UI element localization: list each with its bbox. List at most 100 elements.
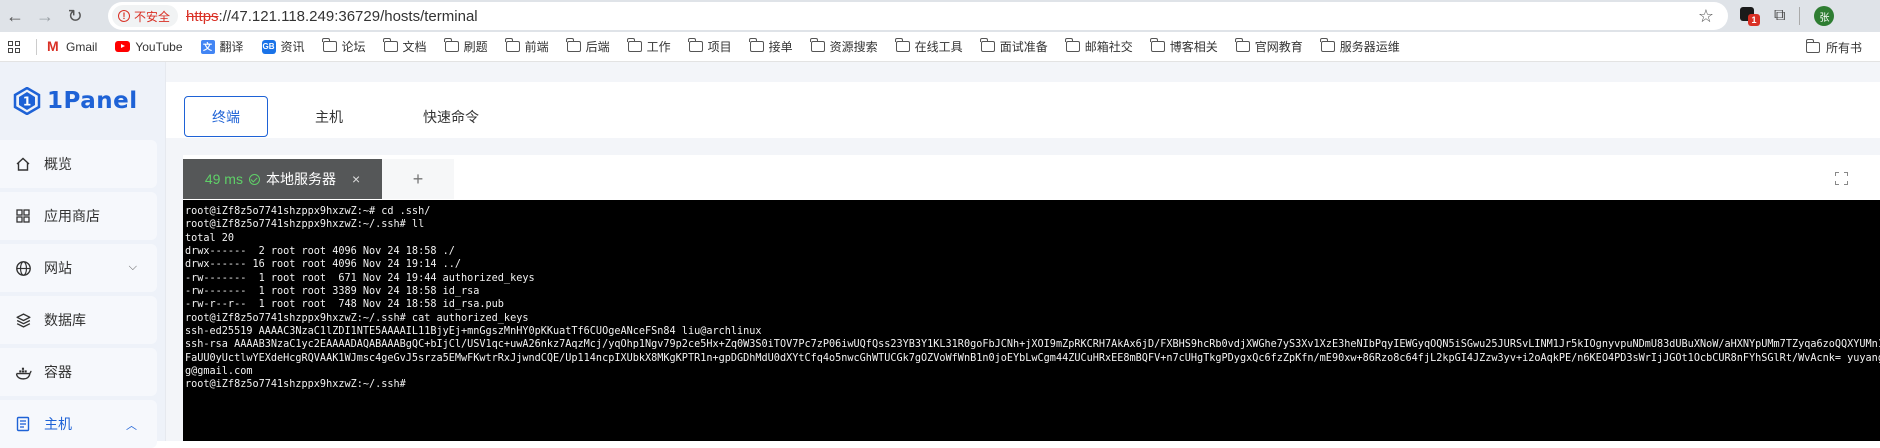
extension-icon[interactable]: 1 [1740, 6, 1760, 26]
tab-hosts[interactable]: 主机 [268, 96, 390, 137]
terminal-line: total 20 [185, 232, 235, 244]
terminal-line: FaUU0yUctlwYEXdeHcgRQVAAK1WJmsc4geGvJ5sr… [185, 352, 1880, 364]
bookmark-item[interactable]: 前端 [505, 38, 549, 55]
folder-icon [688, 38, 703, 52]
terminal-line: root@iZf8z5o7741shzppx9hxzwZ:~/.ssh# [185, 379, 412, 391]
bookmark-item[interactable]: 资源搜索 [810, 38, 878, 55]
bookmark-label: 后端 [585, 40, 610, 54]
bookmark-label: 文档 [402, 40, 427, 54]
main-content: 终端 主机 快速命令 49 ms 本地服务器 × + root@iZf8z5o7… [166, 62, 1880, 441]
app-logo[interactable]: 1 1Panel [0, 62, 165, 140]
sidebar: 1 1Panel 概览应用商店网站 ⌵ 数据库容器主机 ︿ [0, 62, 166, 448]
folder-icon [980, 38, 995, 52]
bookmark-item[interactable]: 刷题 [444, 38, 488, 55]
reload-button[interactable]: ↻ [60, 1, 90, 31]
sidebar-item-label: 容器 [44, 364, 72, 380]
bookmarks-bar: Gmail YouTube 文翻译 GB 资讯 论坛 文档 刷题 前端 后端 工作 项目 接单 资源搜索 在… [0, 32, 1880, 62]
terminal-tab-name: 本地服务器 [265, 171, 336, 187]
bookmark-item[interactable]: GB 资讯 [261, 38, 305, 55]
url-text: ://47.121.118.249:36729/hosts/terminal [218, 7, 478, 25]
add-terminal-button[interactable]: + [382, 159, 454, 199]
folder-icon [1320, 38, 1335, 52]
folder-icon [566, 38, 581, 52]
bookmark-label: 论坛 [341, 40, 366, 54]
sidebar-item-label: 数据库 [44, 312, 86, 328]
fullscreen-icon[interactable] [1835, 172, 1848, 185]
chevron-down-icon[interactable]: ⌵ [129, 261, 137, 274]
terminal-output[interactable]: root@iZf8z5o7741shzppx9hxzwZ:~# cd .ssh/… [183, 200, 1880, 441]
bookmark-item[interactable]: 服务器运维 [1320, 38, 1400, 55]
bookmark-item[interactable]: 文翻译 [200, 38, 244, 55]
folder-icon [505, 38, 520, 52]
sidebar-item-apps[interactable]: 应用商店 [0, 192, 157, 240]
folder-icon [749, 38, 764, 52]
bookmark-item[interactable]: 接单 [749, 38, 793, 55]
terminal-tab-local[interactable]: 49 ms 本地服务器 × [183, 159, 382, 199]
chevron-up-icon[interactable]: ︿ [126, 417, 137, 433]
address-bar[interactable]: ! 不安全 https://47.121.118.249:36729/hosts… [108, 2, 1728, 30]
extensions-puzzle-icon[interactable]: ⧉ [1774, 7, 1785, 25]
sidebar-item-label: 应用商店 [44, 208, 100, 224]
terminal-line: -rw-r--r-- 1 root root 748 Nov 24 18:58 … [185, 299, 504, 311]
toolbar-divider [1799, 7, 1801, 25]
terminal-line: -rw------- 1 root root 3389 Nov 24 18:58… [185, 286, 480, 298]
bookmark-label: 前端 [524, 40, 549, 54]
profile-avatar[interactable]: 张 [1814, 6, 1835, 26]
forward-button[interactable]: → [30, 1, 60, 31]
bookmark-item[interactable]: 后端 [566, 38, 610, 55]
folder-icon [895, 38, 910, 52]
bookmark-label: 接单 [768, 40, 793, 54]
bookmark-item[interactable]: 工作 [627, 38, 671, 55]
database-icon [14, 311, 32, 329]
terminal-line: root@iZf8z5o7741shzppx9hxzwZ:~/.ssh# ll [185, 219, 425, 231]
bookmark-item[interactable]: Gmail [47, 38, 98, 54]
bookmark-label: 面试准备 [999, 40, 1048, 54]
bookmark-label: 项目 [707, 40, 732, 54]
bookmark-item[interactable]: 邮箱社交 [1065, 38, 1133, 55]
folder-icon [1235, 38, 1250, 52]
page-tabs: 终端 主机 快速命令 [166, 82, 1880, 138]
bookmark-item[interactable]: 在线工具 [895, 38, 963, 55]
sidebar-item-label: 主机 [44, 416, 72, 432]
check-circle-icon [248, 173, 260, 185]
bookmark-item[interactable]: YouTube [115, 39, 183, 54]
bookmark-label: 在线工具 [914, 40, 963, 54]
close-icon[interactable]: × [352, 171, 360, 187]
sidebar-item-home[interactable]: 概览 [0, 140, 157, 188]
terminal-line: ssh-ed25519 AAAAC3NzaC1lZDI1NTE5AAAAIL11… [185, 326, 762, 338]
bookmark-item[interactable]: 博客相关 [1150, 38, 1218, 55]
gmail-icon [47, 38, 61, 54]
all-bookmarks[interactable]: 所有书 [1805, 32, 1863, 62]
sidebar-item-globe[interactable]: 网站 ⌵ [0, 244, 157, 292]
bookmark-item[interactable]: 官网教育 [1235, 38, 1303, 55]
bookmark-label: Gmail [66, 39, 98, 54]
tab-quick-commands[interactable]: 快速命令 [390, 96, 512, 137]
folder-icon [322, 38, 337, 52]
latency-label: 49 ms [204, 171, 243, 187]
bookmark-item[interactable]: 文档 [383, 38, 427, 55]
bookmark-label: 博客相关 [1169, 40, 1218, 54]
security-chip[interactable]: ! 不安全 [112, 5, 179, 27]
apps-grid-icon[interactable] [2, 40, 26, 53]
bookmark-item[interactable]: 项目 [688, 38, 732, 55]
folder-icon [1065, 38, 1080, 52]
sidebar-item-database[interactable]: 数据库 [0, 296, 157, 344]
gb-icon: GB [261, 39, 276, 54]
folder-icon [1805, 38, 1820, 53]
bookmark-star-icon[interactable]: ☆ [1698, 6, 1714, 27]
host-icon [14, 415, 32, 433]
back-button[interactable]: ← [0, 1, 30, 31]
sidebar-item-container[interactable]: 容器 [0, 348, 157, 396]
bookmark-label: YouTube [135, 39, 183, 54]
folder-icon [810, 38, 825, 52]
all-bookmarks-label: 所有书 [1826, 40, 1863, 55]
folder-icon [383, 38, 398, 52]
tab-terminal[interactable]: 终端 [184, 96, 268, 137]
not-secure-icon: ! [118, 10, 130, 22]
sidebar-item-label: 概览 [44, 156, 72, 172]
sidebar-item-label: 网站 [44, 260, 72, 276]
terminal-line: g@gmail.com [185, 366, 253, 378]
bookmark-item[interactable]: 面试准备 [980, 38, 1048, 55]
bookmark-item[interactable]: 论坛 [322, 38, 366, 55]
home-icon [14, 155, 32, 173]
